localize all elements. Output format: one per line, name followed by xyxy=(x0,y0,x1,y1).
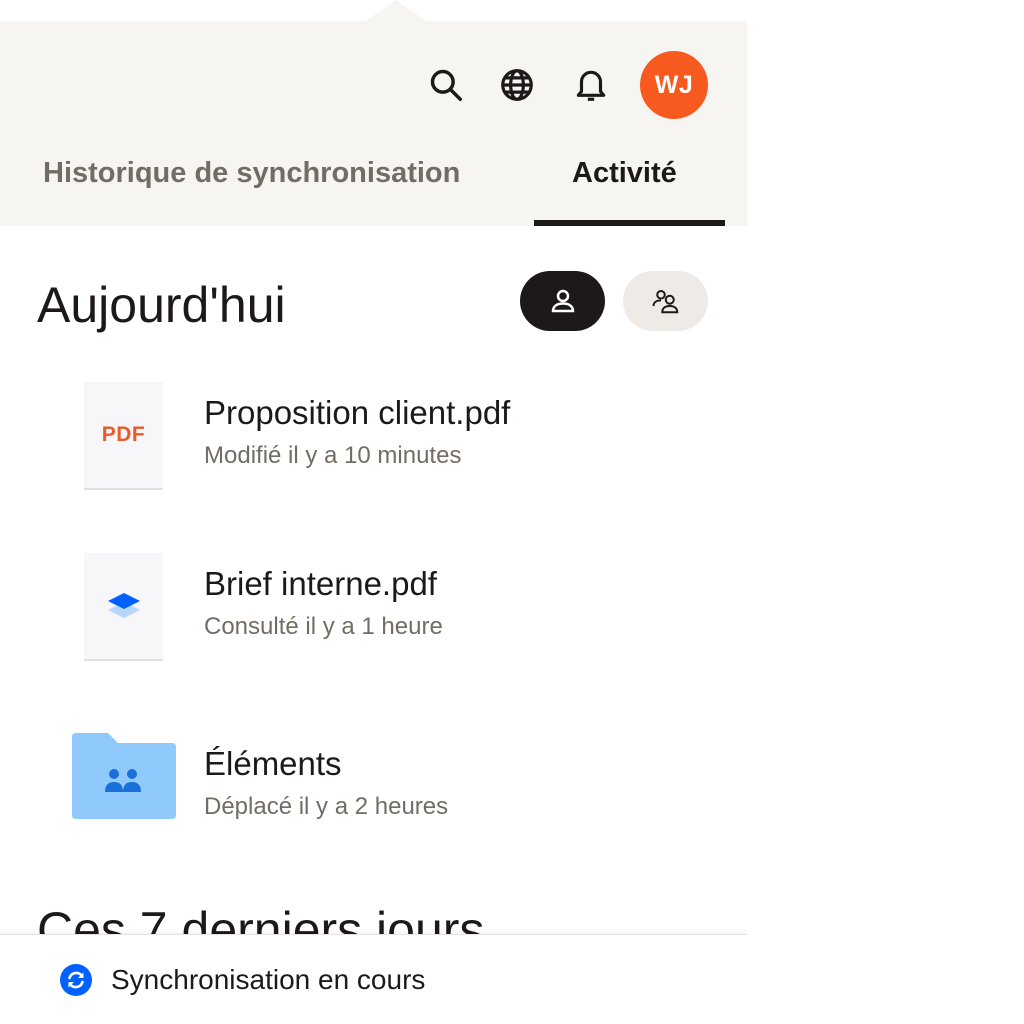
item-name: Éléments xyxy=(204,745,342,782)
pdf-label: PDF xyxy=(101,423,146,446)
file-thumbnail: PDF xyxy=(84,382,163,490)
bell-icon[interactable] xyxy=(571,65,611,105)
section-title-today: Aujourd'hui xyxy=(37,277,286,333)
person-icon xyxy=(551,289,574,313)
active-tab-indicator xyxy=(534,220,725,226)
people-icon xyxy=(652,290,678,314)
panel-header: WJ Historique de synchronisation Activit… xyxy=(0,21,747,226)
dropbox-icon xyxy=(107,593,140,618)
list-item[interactable]: Éléments Déplacé il y a 2 heures xyxy=(0,733,747,843)
avatar-initials: WJ xyxy=(654,70,694,99)
activity-panel: WJ Historique de synchronisation Activit… xyxy=(0,21,747,1024)
sync-icon xyxy=(60,964,92,996)
item-meta: Modifié il y a 10 minutes xyxy=(204,442,462,469)
avatar[interactable]: WJ xyxy=(640,51,708,119)
list-item[interactable]: Brief interne.pdf Consulté il y a 1 heur… xyxy=(0,553,747,663)
popover-caret xyxy=(366,0,426,21)
tab-sync-history[interactable]: Historique de synchronisation xyxy=(43,157,460,190)
filter-shared-activity-button[interactable] xyxy=(623,271,708,331)
filter-my-activity-button[interactable] xyxy=(520,271,605,331)
shared-folder-icon xyxy=(72,733,176,819)
sync-status-label: Synchronisation en cours xyxy=(111,964,426,995)
tab-activity[interactable]: Activité xyxy=(572,157,677,190)
item-name: Proposition client.pdf xyxy=(204,394,511,431)
item-name: Brief interne.pdf xyxy=(204,565,437,602)
item-meta: Consulté il y a 1 heure xyxy=(204,613,443,640)
sync-status-bar[interactable]: Synchronisation en cours xyxy=(0,934,747,1024)
search-icon[interactable] xyxy=(426,65,466,105)
list-item[interactable]: PDF Proposition client.pdf Modifié il y … xyxy=(0,382,747,492)
globe-icon[interactable] xyxy=(497,65,537,105)
item-meta: Déplacé il y a 2 heures xyxy=(204,793,449,820)
file-thumbnail xyxy=(84,553,163,661)
